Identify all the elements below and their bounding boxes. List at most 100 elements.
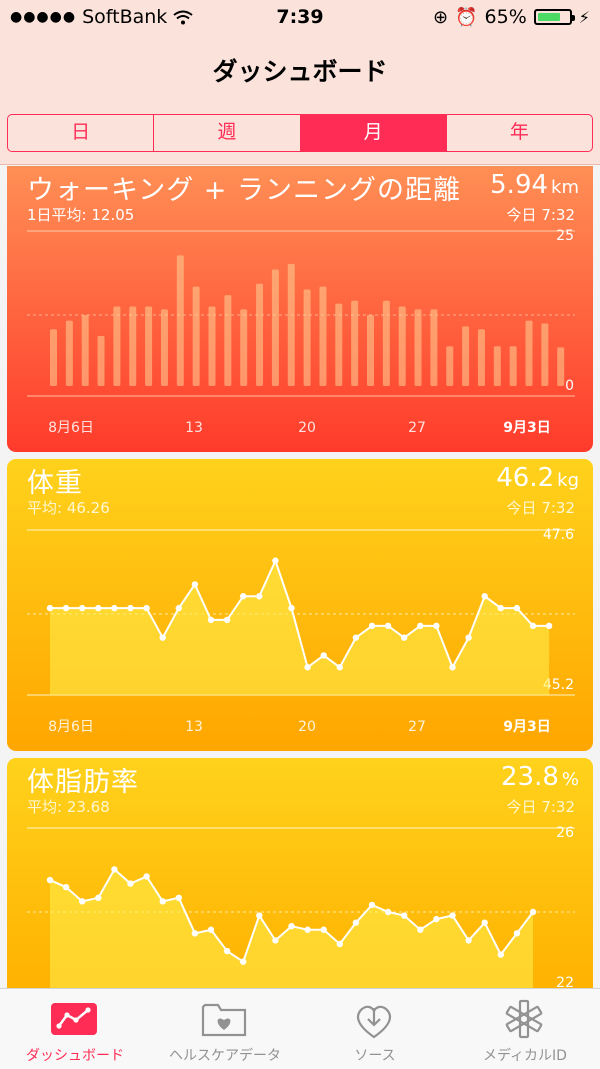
data-point: [401, 912, 408, 919]
data-point: [207, 616, 215, 624]
weight-card[interactable]: 47.6 45.2 8月6日 13 20 27 9月3日 体重 46.2 kg 平均: 46.…: [7, 459, 593, 751]
page-title: ダッシュボード: [212, 57, 388, 86]
bar: [493, 346, 501, 386]
data-point: [384, 622, 392, 630]
data-point: [159, 634, 166, 641]
data-point: [127, 604, 134, 612]
data-point: [46, 876, 54, 884]
y-tick-label: 47.6: [543, 527, 574, 543]
y-tick-label: 0: [565, 378, 574, 394]
data-point: [62, 883, 70, 891]
data-point: [481, 593, 488, 600]
data-point: [401, 634, 408, 641]
data-point: [545, 622, 553, 630]
data-point: [256, 593, 263, 600]
series-area: [50, 560, 550, 695]
tab-label: ヘルスケアデータ: [169, 1048, 281, 1064]
bar: [129, 306, 137, 386]
bar: [477, 329, 485, 386]
data-point: [433, 915, 440, 923]
dashboard-icon: [51, 1003, 97, 1035]
data-point: [272, 937, 279, 944]
x-tick-label: 27: [408, 719, 426, 735]
data-point: [191, 930, 199, 937]
bar: [430, 309, 438, 386]
card-timestamp: 今日 7:32: [506, 499, 575, 517]
segment-year[interactable]: 年: [447, 115, 592, 151]
data-point: [46, 604, 54, 612]
tab-health-data[interactable]: ヘルスケアデータ: [150, 989, 300, 1069]
x-tick-label: 8月6日: [48, 420, 94, 436]
tab-dashboard[interactable]: ダッシュボード: [0, 989, 150, 1069]
data-point: [529, 622, 537, 630]
bar: [557, 347, 565, 386]
data-point: [465, 937, 472, 944]
data-point: [384, 908, 392, 916]
data-point: [304, 664, 311, 671]
data-point: [223, 616, 231, 624]
data-point: [465, 634, 472, 641]
data-point: [256, 912, 263, 919]
bar: [240, 309, 248, 386]
data-point: [320, 652, 327, 659]
tab-label: メディカルID: [483, 1048, 567, 1064]
x-tick-label: 9月3日: [503, 420, 550, 436]
segment-month[interactable]: 月: [300, 115, 447, 151]
data-point: [481, 919, 488, 926]
alarm-icon: ⏰: [455, 6, 478, 28]
data-point: [497, 951, 504, 958]
bar: [525, 320, 533, 386]
bodyfat-card[interactable]: 26 22 体脂肪率 23.8% 平均: 23.68 今日 7:32: [7, 758, 593, 998]
sources-icon: [356, 1005, 392, 1039]
medical-star-icon: [505, 999, 543, 1039]
data-point: [127, 880, 134, 887]
card-title: 体脂肪率: [27, 767, 139, 798]
bar: [145, 306, 153, 386]
tab-medical-id[interactable]: メディカルID: [450, 989, 600, 1069]
card-value: 46.2 kg: [496, 463, 579, 493]
bar: [65, 320, 73, 386]
data-point: [417, 926, 424, 933]
x-tick-label: 8月6日: [48, 719, 94, 735]
bar: [509, 346, 517, 386]
bar: [160, 309, 168, 386]
data-point: [143, 873, 150, 880]
period-segmented-control: 日 週 月 年: [7, 114, 593, 152]
data-point: [417, 622, 424, 630]
status-bar: ●●●●● SoftBank 7:39 ⊕ ⏰ 65% ⚡: [0, 0, 600, 34]
series-area: [50, 869, 533, 993]
distance-card[interactable]: 25 0 8月6日 13 20 27 9月3日 ウォーキング + ランニングの距離 5.94…: [7, 166, 593, 452]
card-timestamp: 今日 7:32: [506, 206, 575, 224]
card-title: ウォーキング + ランニングの距離: [27, 175, 461, 206]
navigation-bar: ダッシュボード 日 週 月 年: [0, 34, 600, 165]
data-point: [336, 664, 343, 671]
data-point: [207, 926, 215, 933]
y-tick-label: 25: [556, 228, 574, 244]
bar: [113, 306, 121, 386]
bar: [319, 286, 327, 386]
bar: [224, 295, 232, 386]
data-point: [288, 923, 295, 930]
data-point: [95, 604, 102, 612]
x-tick-label: 13: [185, 420, 203, 436]
segment-day[interactable]: 日: [8, 115, 155, 151]
data-point: [368, 901, 376, 909]
bar: [446, 346, 454, 386]
bar: [398, 306, 406, 386]
x-tick-label: 20: [298, 719, 316, 735]
rotation-lock-icon: ⊕: [433, 6, 449, 28]
data-point: [240, 958, 247, 965]
data-point: [352, 919, 360, 926]
data-point: [352, 634, 360, 641]
data-point: [449, 664, 456, 671]
charging-icon: ⚡: [578, 7, 590, 27]
data-point: [111, 866, 118, 873]
segment-week[interactable]: 週: [154, 115, 301, 151]
tab-label: ソース: [354, 1048, 396, 1064]
tab-sources[interactable]: ソース: [300, 989, 450, 1069]
bar: [414, 309, 422, 386]
bar: [335, 303, 343, 386]
x-tick-label: 13: [185, 719, 203, 735]
bar: [271, 269, 279, 386]
x-tick-label: 27: [408, 420, 426, 436]
